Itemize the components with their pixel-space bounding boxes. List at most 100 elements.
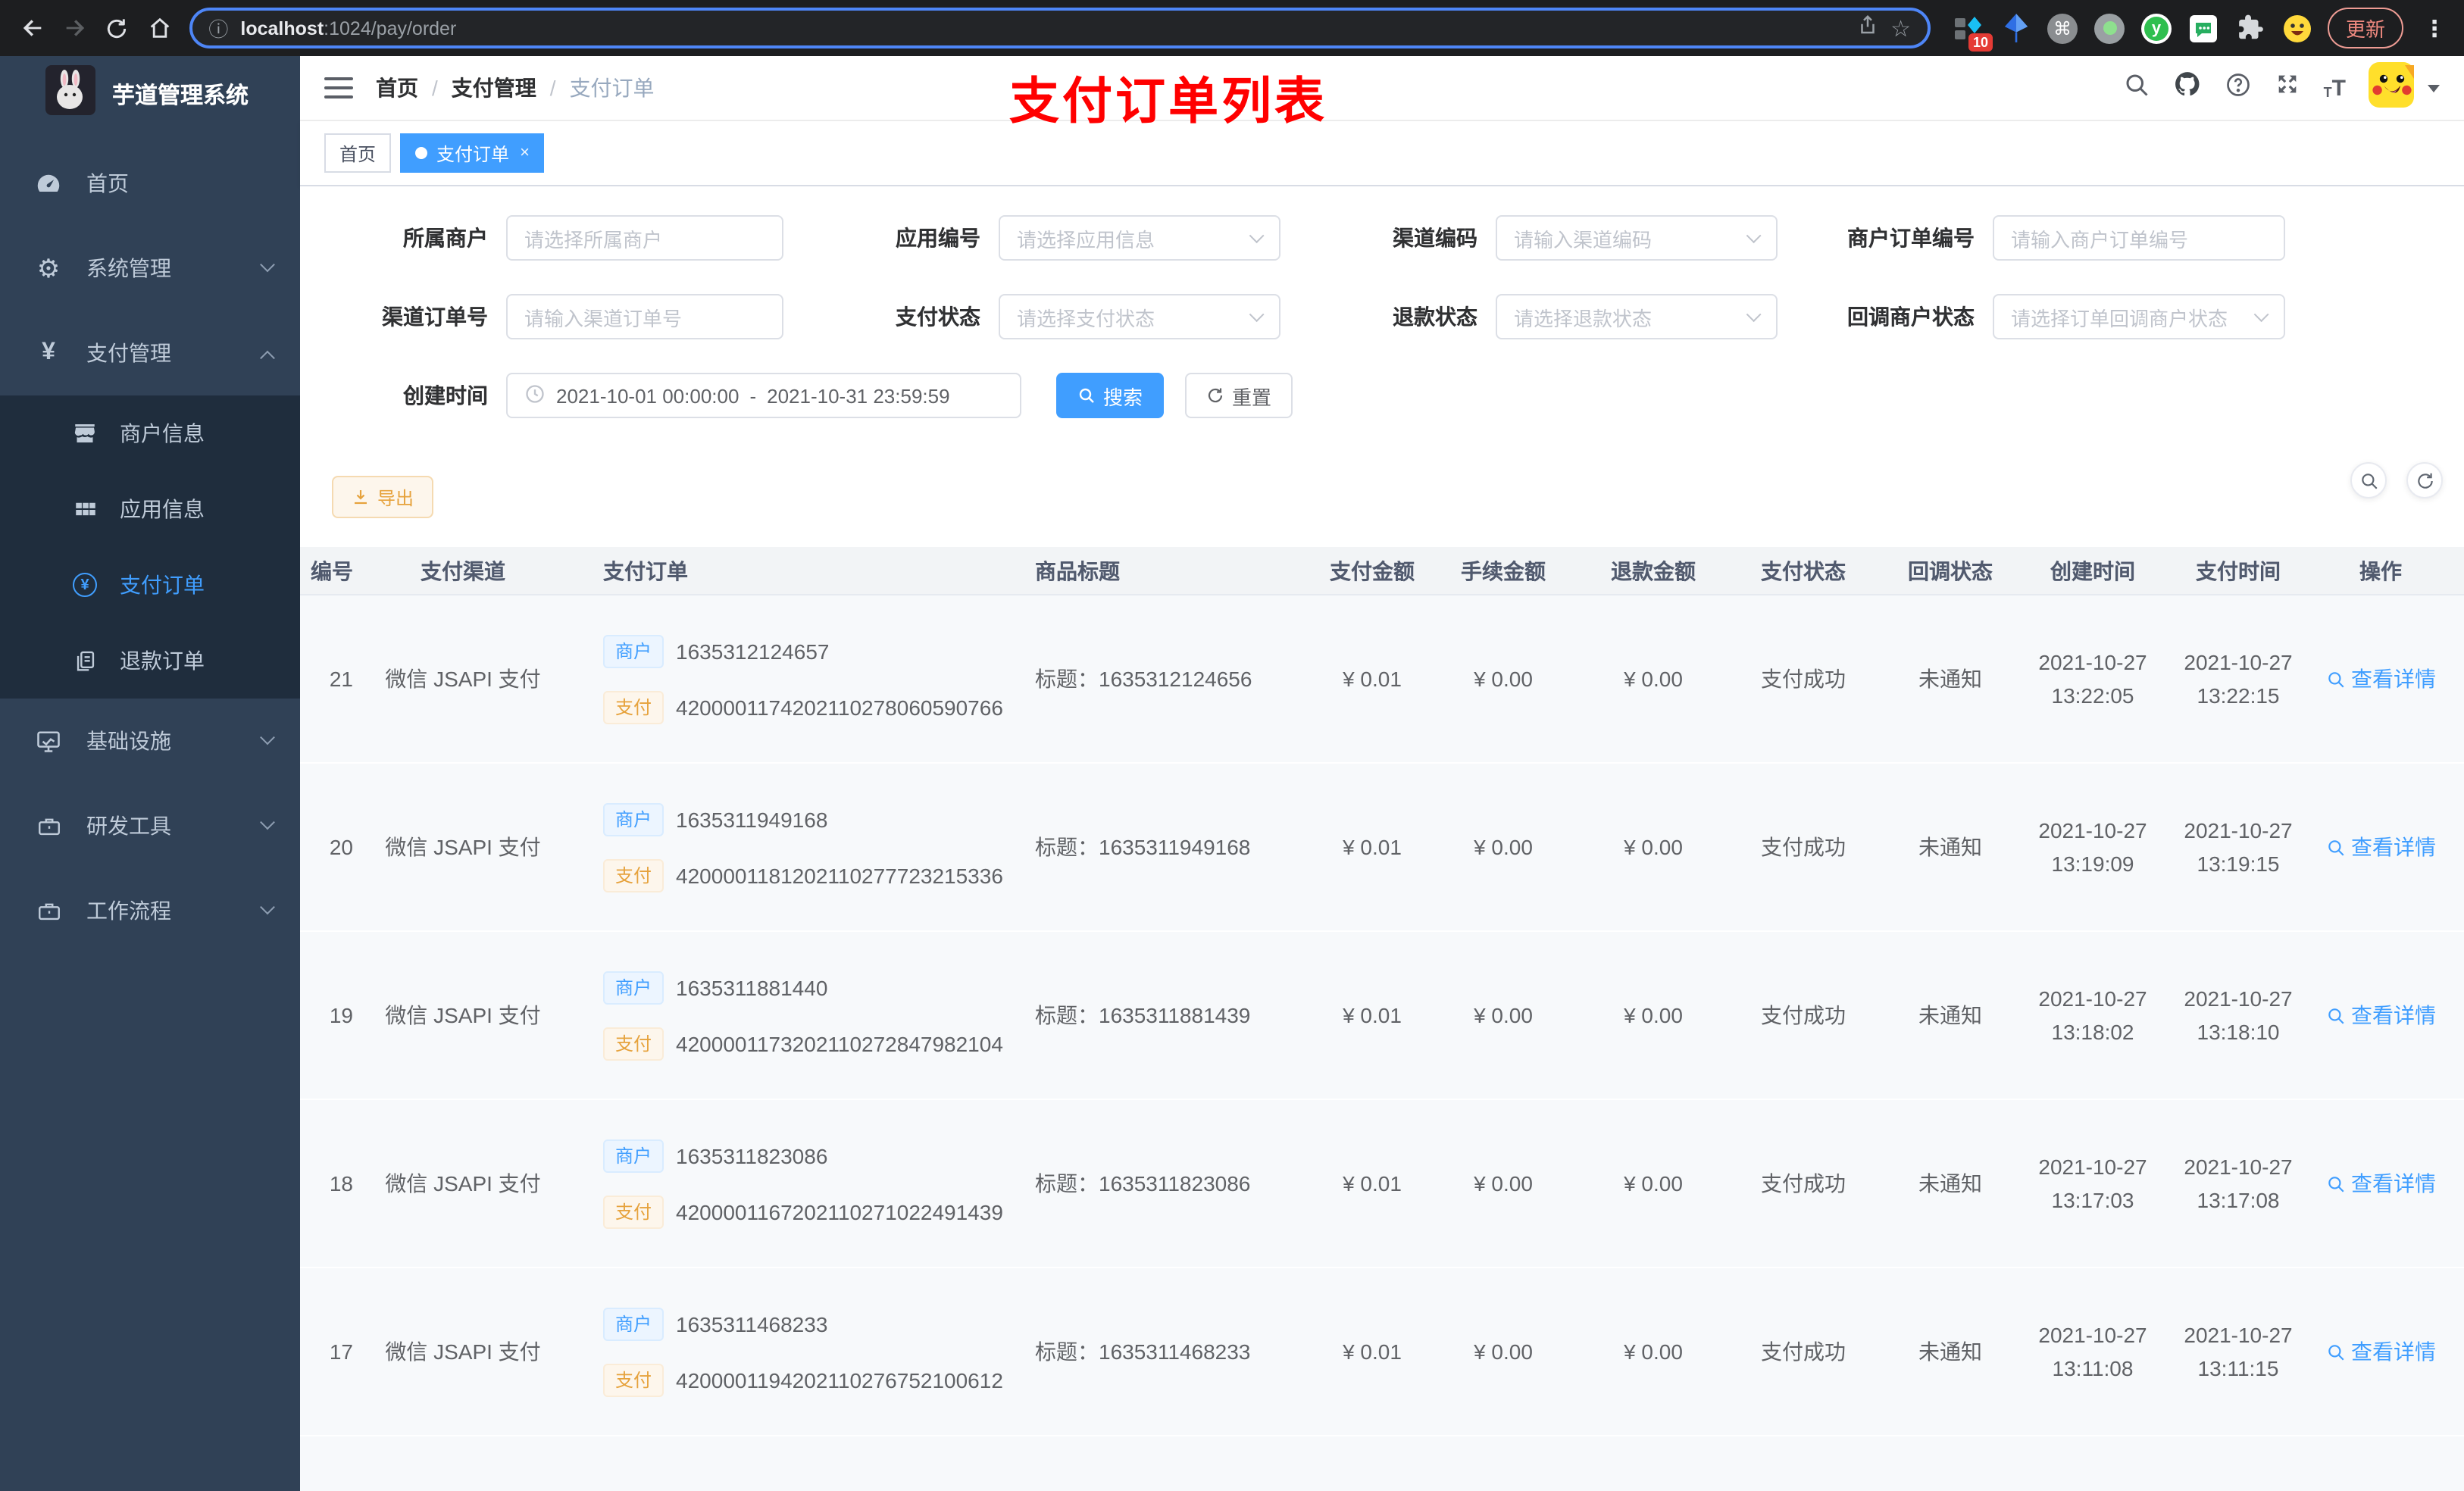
refund-icon: [70, 648, 100, 674]
home-icon[interactable]: [140, 8, 180, 48]
bookmark-star-icon[interactable]: ☆: [1890, 14, 1911, 42]
forward-icon[interactable]: [55, 8, 94, 48]
cell-pay-amount: ¥ 0.01: [1343, 667, 1402, 691]
chevron-down-icon: [260, 899, 275, 914]
cell-pay-amount: ¥ 0.01: [1343, 1171, 1402, 1196]
url-path: :1024/pay/order: [324, 17, 457, 39]
merchant-field[interactable]: 请选择所属商户: [506, 215, 783, 261]
refresh-button[interactable]: [2406, 462, 2443, 499]
briefcase-icon: [33, 813, 64, 839]
tag-home[interactable]: 首页: [324, 133, 392, 173]
create-time-label: 创建时间: [403, 383, 488, 408]
cell-fee-amount: ¥ 0.00: [1474, 835, 1533, 859]
reset-button[interactable]: 重置: [1185, 373, 1293, 418]
sidebar-item-infrastructure[interactable]: 基础设施: [0, 699, 300, 783]
sidebar-item-dev-tools[interactable]: 研发工具: [0, 783, 300, 868]
browser-toolbar: ⓘ localhost:1024/pay/order ☆ 10 ⌘ y 更新 ⋮: [0, 0, 2464, 56]
filter-group-channel-code-field: 渠道编码 请输入渠道编码: [1311, 215, 1778, 261]
extension-grid-icon[interactable]: 10: [1952, 11, 1993, 51]
cell-pay-order: 商户 1635311823086 支付 42000011672021102710224…: [565, 1139, 1005, 1228]
cell-pay-time: 2021-10-27 13:19:15: [2162, 814, 2314, 880]
search-icon[interactable]: [2124, 70, 2151, 105]
cell-id: 17: [329, 1339, 353, 1364]
column-header: 退款金额: [1611, 558, 1696, 583]
cell-pay-time: 2021-10-27 13:18:10: [2162, 982, 2314, 1049]
pay-status-field[interactable]: 请选择支付状态: [999, 294, 1280, 339]
merchant-order-no: 1635311949168: [676, 807, 828, 831]
sidebar-item-pay-admin[interactable]: ¥ 支付管理: [0, 311, 300, 395]
create-time-range-picker[interactable]: 2021-10-01 00:00:00-2021-10-31 23:59:59: [506, 373, 1021, 418]
close-icon[interactable]: ×: [520, 144, 530, 162]
extension-record-icon[interactable]: [2093, 11, 2126, 45]
site-info-icon[interactable]: ⓘ: [208, 14, 228, 42]
date-value: 2021-10-27: [2038, 650, 2147, 674]
channel-order-no-field[interactable]: 请输入渠道订单号: [506, 294, 783, 339]
reload-icon[interactable]: [98, 8, 137, 48]
cell-channel: 微信 JSAPI 支付: [385, 1003, 541, 1027]
cell-pay-time: 2021-10-27 13:22:15: [2162, 645, 2314, 712]
view-detail-link[interactable]: 查看详情: [2325, 832, 2436, 862]
font-size-icon[interactable]: TT: [2324, 77, 2346, 99]
sidebar-item-pay-order[interactable]: ¥ 支付订单: [0, 547, 300, 623]
pay-status-field-label: 支付状态: [896, 305, 980, 329]
filter-group-refund-status-field: 退款状态 请选择退款状态: [1311, 294, 1778, 339]
time-value: 13:19:15: [2197, 852, 2280, 876]
search-button[interactable]: 搜索: [1056, 373, 1165, 418]
extension-yudao-icon[interactable]: y: [2140, 11, 2173, 45]
toggle-search-button[interactable]: [2350, 462, 2387, 499]
app-field[interactable]: 请选择应用信息: [999, 215, 1280, 261]
update-button[interactable]: 更新: [2328, 8, 2404, 48]
channel-code-field[interactable]: 请输入渠道编码: [1496, 215, 1778, 261]
filter-group-create-time: 创建时间 2021-10-01 00:00:00-2021-10-31 23:59…: [321, 373, 1021, 418]
view-detail-link[interactable]: 查看详情: [2325, 1336, 2436, 1367]
back-icon[interactable]: [12, 8, 52, 48]
view-detail-link[interactable]: 查看详情: [2325, 664, 2436, 694]
merchant-order-line: 商户 1635311468233: [603, 1307, 1005, 1340]
tag-pay-order[interactable]: 支付订单 ×: [400, 133, 545, 173]
briefcase-icon: [33, 898, 64, 924]
cell-notify-status: 未通知: [1918, 1171, 1982, 1196]
chevron-down-icon: [260, 256, 275, 272]
help-icon[interactable]: [2225, 70, 2253, 105]
address-bar[interactable]: ⓘ localhost:1024/pay/order ☆: [189, 8, 1931, 48]
extension-emoji-icon[interactable]: [2281, 11, 2314, 45]
view-detail-link[interactable]: 查看详情: [2325, 1168, 2436, 1199]
refund-status-field[interactable]: 请选择退款状态: [1496, 294, 1778, 339]
merchant-order-no-field[interactable]: 请输入商户订单编号: [1993, 215, 2285, 261]
browser-menu-icon[interactable]: ⋮: [2417, 14, 2452, 42]
view-detail-label: 查看详情: [2351, 1339, 2436, 1364]
extensions-puzzle-icon[interactable]: [2234, 11, 2267, 45]
extension-chat-icon[interactable]: [2187, 11, 2220, 45]
sidebar-item-workflow[interactable]: 工作流程: [0, 868, 300, 953]
cell-action: 查看详情: [2314, 1336, 2447, 1367]
avatar[interactable]: [2369, 61, 2414, 114]
sidebar-item-app-info[interactable]: 应用信息: [0, 471, 300, 547]
column-header: 支付渠道: [421, 558, 505, 583]
share-icon[interactable]: [1856, 13, 1878, 43]
extension-kite-icon[interactable]: [1999, 11, 2032, 45]
hamburger-icon[interactable]: [324, 77, 353, 98]
export-button[interactable]: 导出: [332, 476, 434, 518]
sidebar-item-merchant-info[interactable]: 商户信息: [0, 395, 300, 471]
chevron-down-icon[interactable]: [2428, 84, 2440, 92]
app-logo[interactable]: 芋道管理系统: [0, 56, 300, 132]
sidebar-item-refund-order[interactable]: 退款订单: [0, 623, 300, 699]
callback-status-field[interactable]: 请选择订单回调商户状态: [1993, 294, 2285, 339]
github-icon[interactable]: [2174, 70, 2203, 106]
time-value: 13:11:08: [2052, 1356, 2134, 1380]
breadcrumb-item[interactable]: 支付管理: [452, 73, 536, 103]
view-detail-link[interactable]: 查看详情: [2325, 1000, 2436, 1030]
sidebar-item-label: 应用信息: [120, 497, 205, 521]
breadcrumb-item[interactable]: 首页: [376, 73, 418, 103]
extension-command-icon[interactable]: ⌘: [2046, 11, 2079, 45]
merchant-order-no: 1635311823086: [676, 1143, 828, 1167]
sidebar-item-home[interactable]: 首页: [0, 141, 300, 226]
column-header: 支付时间: [2196, 558, 2281, 583]
fullscreen-icon[interactable]: [2275, 71, 2301, 105]
url-host: localhost: [240, 17, 324, 39]
column-header: 操作: [2359, 558, 2402, 583]
sidebar-item-system-admin[interactable]: ⚙ 系统管理: [0, 226, 300, 311]
extension-badge: 10: [1968, 33, 1993, 51]
sidebar-item-label: 支付管理: [86, 341, 171, 365]
cell-id: 19: [329, 1003, 353, 1027]
